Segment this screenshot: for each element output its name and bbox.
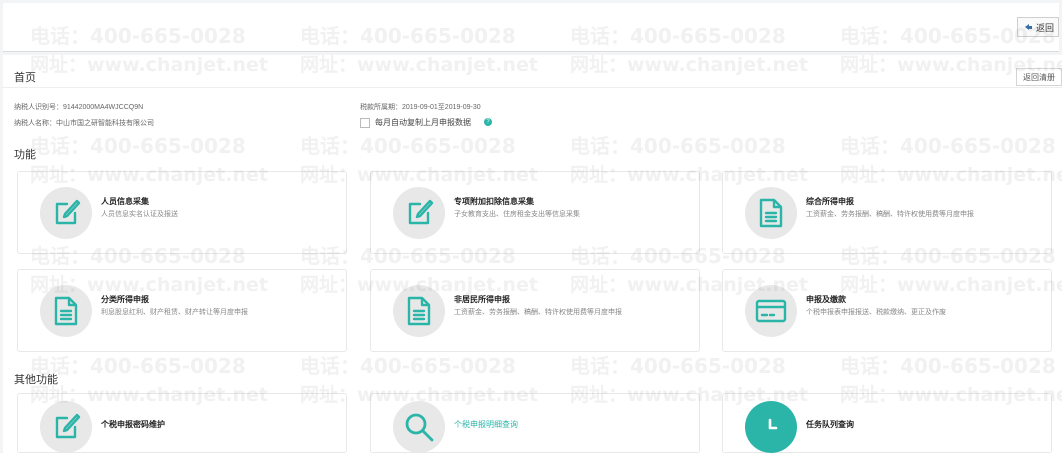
card-title: 综合所得申报: [806, 197, 854, 206]
other-card-password[interactable]: 个税申报密码维护: [17, 393, 347, 453]
top-bar: 返回: [3, 3, 1059, 52]
card-title: 任务队列查询: [806, 420, 854, 429]
page-title: 首页: [14, 72, 36, 84]
function-card-filing-payment[interactable]: 申报及缴款 个税申报表申报报送、税款缴纳、更正及作废: [722, 269, 1052, 352]
taxpayer-id: 纳税人识别号：91442000MA4WJCCQ9N: [14, 104, 144, 111]
back-button[interactable]: 返回: [1016, 17, 1059, 37]
card-desc: 人员信息实名认证及报送: [101, 211, 178, 218]
card-desc: 利息股息红利、财产租赁、财产转让等月度申报: [101, 309, 248, 316]
taxpayer-name: 纳税人名称：中山市国之研智能科技有限公司: [14, 120, 154, 127]
card-title: 个税申报明细查询: [454, 420, 518, 429]
main-panel: 首页 返回清册 纳税人识别号：91442000MA4WJCCQ9N 纳税人名称：…: [3, 55, 1062, 453]
card-title: 专项附加扣除信息采集: [454, 197, 534, 206]
function-card-classified-income[interactable]: 分类所得申报 利息股息红利、财产租赁、财产转让等月度申报: [17, 269, 347, 352]
document-icon: [745, 187, 797, 239]
function-card-nonresident-income[interactable]: 非居民所得申报 工资薪金、劳务报酬、稿酬、特许权使用费等月度申报: [370, 269, 700, 352]
other-card-task-queue[interactable]: 任务队列查询: [722, 393, 1052, 453]
card-title: 非居民所得申报: [454, 295, 510, 304]
back-button-label: 返回: [1035, 22, 1054, 33]
clock-icon: [745, 401, 797, 453]
card-desc: 子女教育支出、住房租金支出等信息采集: [454, 211, 580, 218]
search-icon: [393, 401, 445, 453]
card-title: 申报及缴款: [806, 295, 846, 304]
function-card-personnel-info[interactable]: 人员信息采集 人员信息实名认证及报送: [17, 171, 347, 254]
edit-icon: [393, 187, 445, 239]
function-card-special-deduction[interactable]: 专项附加扣除信息采集 子女教育支出、住房租金支出等信息采集: [370, 171, 700, 254]
card-title: 人员信息采集: [101, 197, 149, 206]
document-icon: [393, 285, 445, 337]
card-desc: 工资薪金、劳务报酬、稿酬、特许权使用费等月度申报: [454, 309, 622, 316]
tax-period: 税款所属期：2019-09-01至2019-09-30: [360, 104, 481, 111]
card-icon: [745, 285, 797, 337]
other-card-detail-query[interactable]: 个税申报明细查询: [370, 393, 700, 453]
functions-title: 功能: [14, 149, 36, 161]
other-functions-title: 其他功能: [14, 374, 58, 386]
edit-icon: [40, 401, 92, 453]
card-desc: 个税申报表申报报送、税款缴纳、更正及作废: [806, 309, 946, 316]
card-title: 分类所得申报: [101, 295, 149, 304]
document-icon: [40, 285, 92, 337]
help-icon[interactable]: ?: [484, 118, 492, 126]
edit-icon: [40, 187, 92, 239]
divider: [3, 87, 1062, 88]
card-title: 个税申报密码维护: [101, 420, 165, 429]
auto-copy-checkbox[interactable]: [360, 118, 370, 128]
back-arrow-icon: [1024, 24, 1032, 30]
auto-copy-label: 每月自动复制上月申报数据: [375, 118, 471, 127]
function-card-comprehensive-income[interactable]: 综合所得申报 工资薪金、劳务报酬、稿酬、特许权使用费等月度申报: [722, 171, 1052, 254]
back-list-button[interactable]: 返回清册: [1016, 68, 1062, 86]
card-desc: 工资薪金、劳务报酬、稿酬、特许权使用费等月度申报: [806, 211, 974, 218]
